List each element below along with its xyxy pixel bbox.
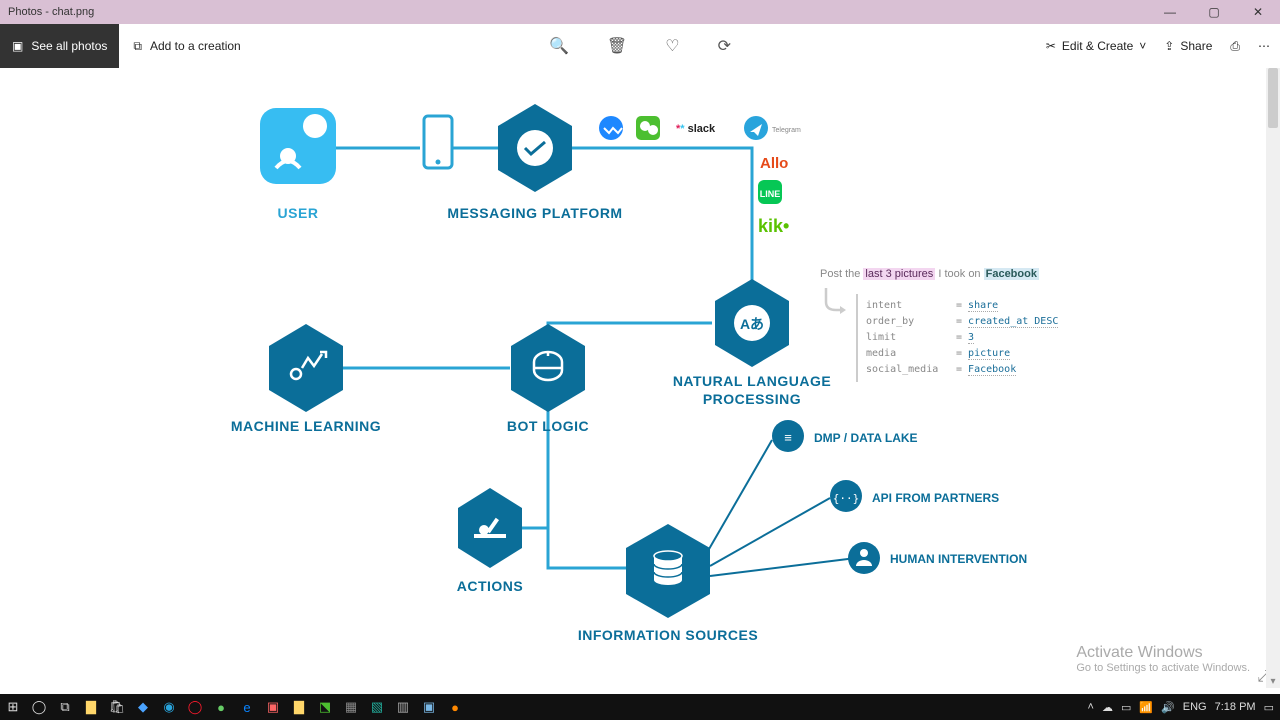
photos-taskbar-icon[interactable]: ▣: [416, 694, 442, 720]
human-label: HUMAN INTERVENTION: [890, 552, 1027, 566]
arrow-icon: [820, 286, 848, 316]
rotate-icon[interactable]: ⟳: [718, 36, 731, 56]
store-icon[interactable]: 🛍: [104, 694, 130, 720]
close-button[interactable]: ✕: [1236, 0, 1280, 24]
activate-line-2: Go to Settings to activate Windows.: [1076, 662, 1250, 674]
app-icon-8[interactable]: ▧: [364, 694, 390, 720]
nlp-fb: Facebook: [984, 268, 1039, 280]
app-icon-10[interactable]: ●: [442, 694, 468, 720]
scrollbar-down-icon[interactable]: ▾: [1266, 674, 1280, 688]
notifications-icon[interactable]: ▭: [1264, 701, 1274, 714]
taskbar[interactable]: ⊞ ◯ ⧉ ▇ 🛍 ◆ ◉ ◯ ● e ▣ ▇ ⬔ ▦ ▧ ▥ ▣ ● ˄ ☁ …: [0, 694, 1280, 720]
app-toolbar: ▣ See all photos ⧉ Add to a creation 🔍 🗑…: [0, 24, 1280, 68]
botlogic-label: BOT LOGIC: [507, 418, 589, 434]
app-icon-6[interactable]: ⬔: [312, 694, 338, 720]
minimize-button[interactable]: —: [1148, 0, 1192, 24]
allo-label: Allo: [760, 155, 788, 172]
nlp-prefix: Post the: [820, 268, 863, 280]
volume-icon[interactable]: 🔊: [1161, 701, 1175, 714]
app-icon-9[interactable]: ▥: [390, 694, 416, 720]
onedrive-icon[interactable]: ☁: [1102, 701, 1113, 714]
telegram-label: Telegram: [772, 127, 801, 134]
nlp-mid: I took on: [935, 268, 983, 280]
activate-windows-watermark: Activate Windows Go to Settings to activ…: [1076, 644, 1250, 674]
api-label: API FROM PARTNERS: [872, 491, 999, 505]
clock[interactable]: 7:18 PM: [1215, 701, 1256, 713]
line-label: LINE: [760, 189, 781, 199]
slack-label: slack: [688, 123, 716, 135]
svg-text:{··}: {··}: [833, 492, 860, 505]
start-button[interactable]: ⊞: [0, 694, 26, 720]
app-icon-2[interactable]: ◉: [156, 694, 182, 720]
zoom-icon[interactable]: 🔍: [549, 36, 569, 56]
favorite-icon[interactable]: ♡: [665, 36, 679, 56]
delete-icon[interactable]: 🗑: [607, 36, 627, 56]
app-icon-3[interactable]: ●: [208, 694, 234, 720]
see-all-label: See all photos: [31, 39, 107, 53]
dmp-label: DMP / DATA LAKE: [814, 431, 918, 445]
nlp-code-block: intent= shareorder_by= created_at DESCli…: [856, 294, 1066, 382]
svg-text:Aあ: Aあ: [740, 316, 764, 332]
share-label: Share: [1180, 39, 1212, 53]
edge-icon[interactable]: e: [234, 694, 260, 720]
svg-text:kik•: kik•: [758, 216, 789, 236]
chevron-down-icon: ˅: [1139, 39, 1146, 53]
app-icon-7[interactable]: ▦: [338, 694, 364, 720]
app-icon-4[interactable]: ▣: [260, 694, 286, 720]
kik-label: kik: [758, 216, 784, 236]
vertical-scrollbar[interactable]: ▾: [1266, 68, 1280, 688]
language-indicator[interactable]: ENG: [1183, 701, 1207, 713]
scrollbar-thumb[interactable]: [1268, 68, 1278, 128]
search-icon[interactable]: ◯: [26, 694, 52, 720]
titlebar: Photos - chat.png — ▢ ✕: [0, 0, 1280, 24]
edit-icon: ✂: [1046, 39, 1056, 53]
print-icon[interactable]: ⎙: [1230, 39, 1240, 54]
app-icon-5[interactable]: ▇: [286, 694, 312, 720]
svg-text:≡: ≡: [784, 430, 792, 445]
file-explorer-icon[interactable]: ▇: [78, 694, 104, 720]
user-label: USER: [278, 205, 319, 221]
see-all-photos-button[interactable]: ▣ See all photos: [0, 24, 119, 68]
actions-label: ACTIONS: [457, 578, 524, 594]
collection-icon: ▣: [12, 39, 23, 53]
info-sources-label: INFORMATION SOURCES: [578, 627, 758, 643]
more-icon[interactable]: ⋯: [1258, 39, 1270, 53]
nlp-sample-block: Post the last 3 pictures I took on Faceb…: [820, 268, 1066, 382]
add-creation-label: Add to a creation: [150, 39, 241, 53]
share-button[interactable]: ⇪ Share: [1164, 39, 1212, 53]
maximize-button[interactable]: ▢: [1192, 0, 1236, 24]
ml-label: MACHINE LEARNING: [231, 418, 381, 434]
add-to-creation-button[interactable]: ⧉ Add to a creation: [119, 39, 254, 54]
tray-up-icon[interactable]: ˄: [1088, 701, 1094, 713]
wifi-icon[interactable]: 📶: [1139, 701, 1153, 714]
edit-create-button[interactable]: ✂ Edit & Create ˅: [1046, 39, 1146, 53]
platform-logos: ** slack Telegram Allo LINE kik•: [599, 116, 801, 236]
nlp-label-2: PROCESSING: [703, 391, 801, 407]
edit-create-label: Edit & Create: [1062, 39, 1133, 53]
nlp-highlight: last 3 pictures: [863, 268, 935, 280]
task-view-icon[interactable]: ⧉: [52, 694, 78, 720]
battery-icon[interactable]: ▭: [1121, 701, 1131, 714]
photo-viewport[interactable]: USER MESSAGING PLATFORM Aあ NATURAL LANGU…: [0, 68, 1280, 694]
svg-text:** slack: ** slack: [676, 123, 716, 135]
nlp-label-1: NATURAL LANGUAGE: [673, 373, 831, 389]
opera-icon[interactable]: ◯: [182, 694, 208, 720]
add-icon: ⧉: [133, 39, 142, 54]
activate-line-1: Activate Windows: [1076, 644, 1250, 662]
messaging-label: MESSAGING PLATFORM: [447, 205, 622, 221]
app-icon-1[interactable]: ◆: [130, 694, 156, 720]
share-icon: ⇪: [1164, 39, 1174, 53]
diagram-svg: USER MESSAGING PLATFORM Aあ NATURAL LANGU…: [0, 68, 1266, 694]
window-title: Photos - chat.png: [8, 6, 94, 18]
